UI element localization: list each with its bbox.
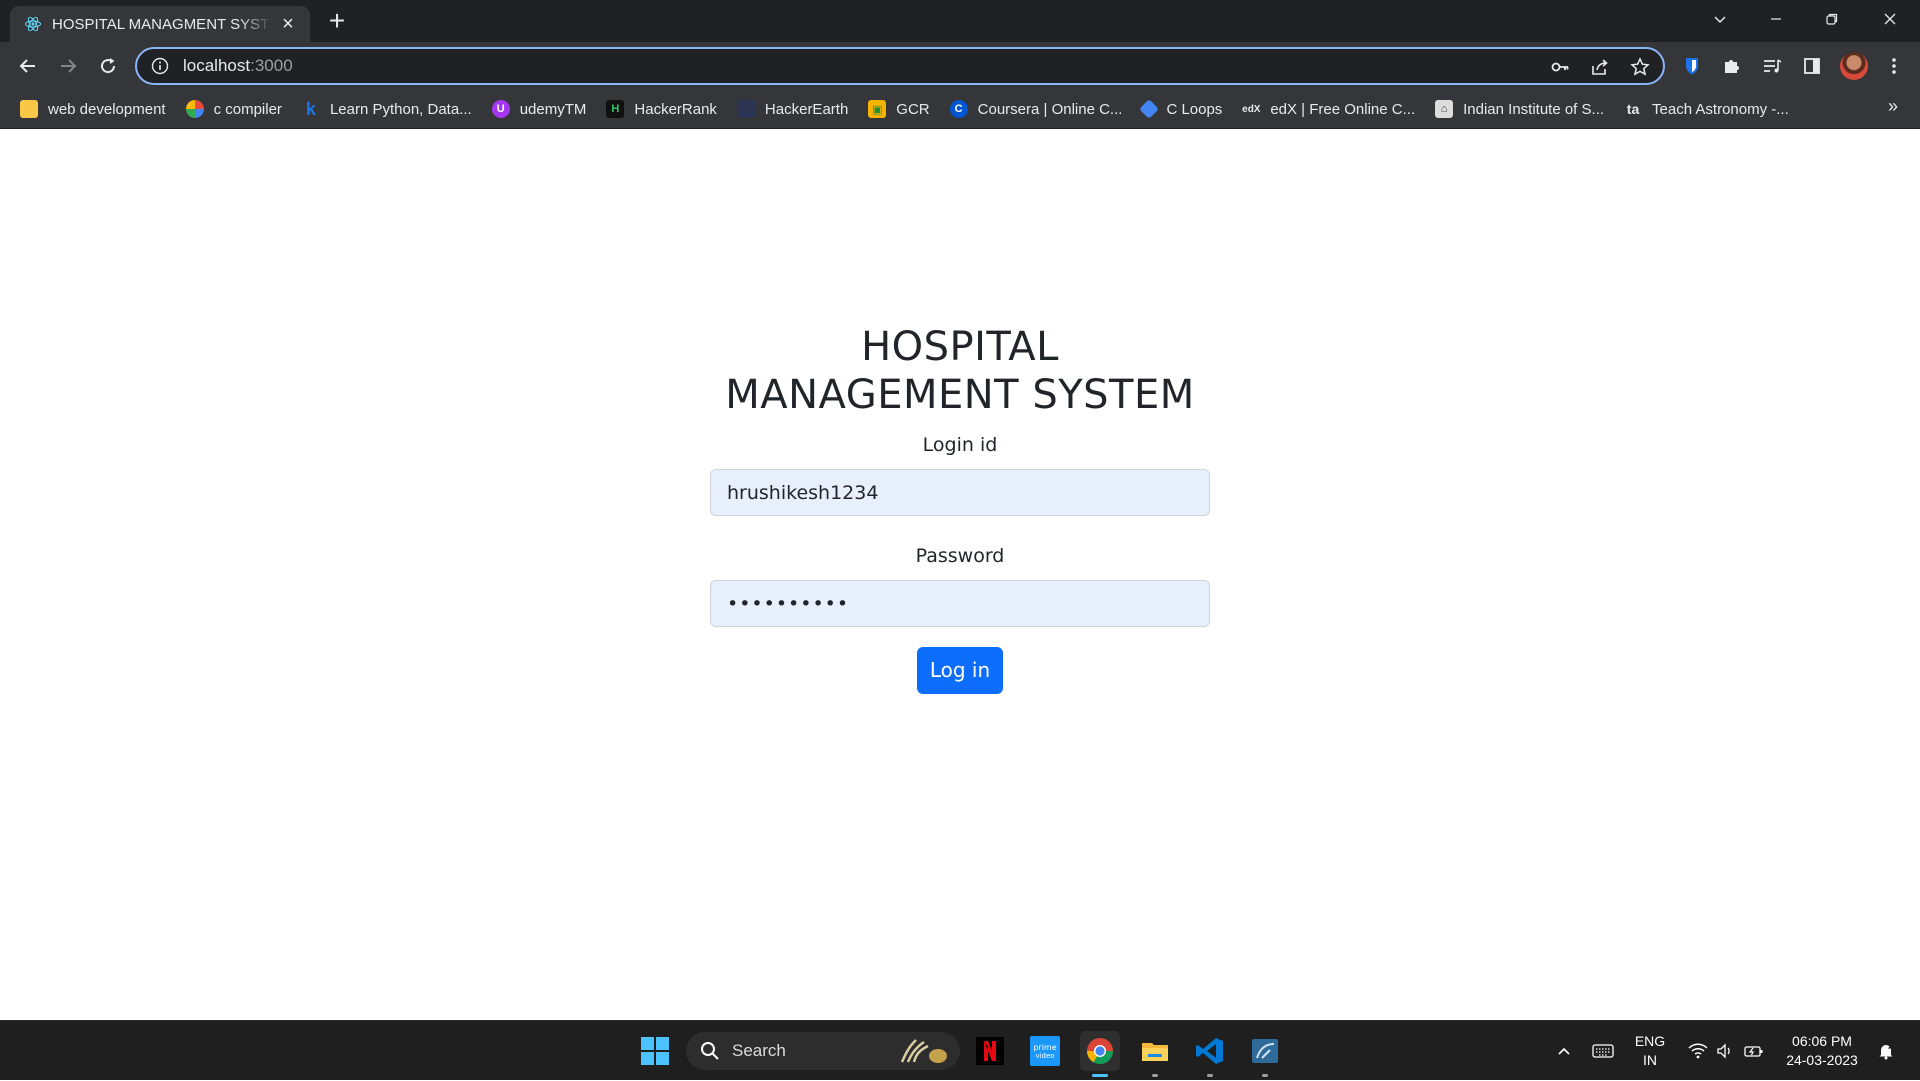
folder-icon	[20, 100, 38, 118]
search-label: Search	[732, 1041, 786, 1060]
netflix-icon[interactable]	[970, 1031, 1010, 1071]
bookmark-web-development[interactable]: web development	[18, 95, 176, 123]
show-hidden-icons-chevron-icon[interactable]	[1552, 1021, 1576, 1081]
new-tab-button[interactable]: +	[324, 7, 350, 35]
bookmark-learn-python[interactable]: k Learn Python, Data...	[300, 95, 482, 123]
bookmark-coursera[interactable]: C Coursera | Online C...	[948, 95, 1133, 123]
bitwarden-extension-icon[interactable]	[1676, 50, 1708, 82]
bookmark-star-icon[interactable]	[1625, 53, 1655, 81]
browser-tab[interactable]: HOSPITAL MANAGMENT SYSTEM ×	[10, 6, 310, 42]
bookmark-edx[interactable]: edX edX | Free Online C...	[1240, 95, 1425, 123]
bookmark-gcr[interactable]: ▣ GCR	[866, 95, 939, 123]
key-icon[interactable]	[1545, 53, 1575, 81]
bookmarks-bar: web development c compiler k Learn Pytho…	[0, 90, 1920, 129]
mysql-workbench-icon[interactable]	[1245, 1031, 1285, 1077]
reading-list-icon[interactable]	[1756, 50, 1788, 82]
login-button[interactable]: Log in	[917, 647, 1003, 694]
k-icon: k	[305, 98, 316, 119]
open-indicator	[1152, 1074, 1158, 1077]
side-panel-icon[interactable]	[1796, 50, 1828, 82]
menu-kebab-icon[interactable]	[1878, 50, 1910, 82]
share-icon[interactable]	[1585, 53, 1615, 81]
teach-astronomy-icon: ta	[1626, 101, 1640, 117]
edx-icon: edX	[1242, 103, 1261, 115]
extensions-puzzle-icon[interactable]	[1716, 50, 1748, 82]
chrome-taskbar-icon[interactable]	[1080, 1031, 1120, 1077]
password-label: Password	[915, 545, 1005, 567]
profile-avatar[interactable]	[1840, 52, 1868, 80]
more-bookmarks-icon[interactable]: »	[1888, 96, 1898, 117]
page-title: HOSPITAL MANAGEMENT SYSTEM	[725, 324, 1195, 418]
browser-titlebar: HOSPITAL MANAGMENT SYSTEM × +	[0, 0, 1920, 42]
svg-text:prime: prime	[1033, 1043, 1056, 1052]
file-explorer-icon[interactable]	[1135, 1031, 1175, 1077]
hackerearth-icon	[736, 100, 755, 118]
bookmark-udemy[interactable]: U udemyTM	[490, 95, 597, 123]
bookmark-iisc[interactable]: ⌂ Indian Institute of S...	[1433, 95, 1614, 123]
windows-taskbar: Search prime video ENG IN 06:06 PM 24-03…	[0, 1020, 1920, 1080]
cloops-icon	[1139, 99, 1160, 119]
wifi-icon[interactable]	[1684, 1021, 1712, 1081]
search-highlight-icon	[900, 1039, 947, 1063]
taskbar-search[interactable]: Search	[686, 1032, 960, 1070]
bookmark-c-loops[interactable]: C Loops	[1139, 95, 1232, 123]
tab-close-icon[interactable]: ×	[278, 14, 298, 34]
volume-icon[interactable]	[1712, 1021, 1738, 1081]
windows-start-icon[interactable]	[635, 1031, 675, 1071]
login-id-input[interactable]	[710, 469, 1210, 516]
keyboard-icon[interactable]	[1588, 1021, 1618, 1081]
notification-bell-icon[interactable]	[1872, 1021, 1900, 1081]
restore-icon[interactable]	[1804, 0, 1860, 38]
react-icon	[25, 16, 41, 32]
hackerrank-icon: H	[606, 100, 625, 118]
open-indicator	[1262, 1074, 1268, 1077]
address-bar[interactable]: localhost:3000	[135, 47, 1665, 85]
svg-text:video: video	[1035, 1052, 1054, 1060]
reload-icon[interactable]	[92, 50, 124, 82]
url-text[interactable]: localhost:3000	[183, 56, 293, 76]
compiler-icon	[185, 100, 204, 118]
coursera-icon: C	[949, 100, 968, 118]
browser-toolbar: localhost:3000	[0, 42, 1920, 90]
page-content: HOSPITAL MANAGEMENT SYSTEM Login id Pass…	[0, 130, 1920, 1020]
battery-icon[interactable]	[1740, 1021, 1768, 1081]
info-icon[interactable]	[151, 57, 169, 75]
bookmark-hackerrank[interactable]: H HackerRank	[604, 95, 727, 123]
bookmark-hackerearth[interactable]: HackerEarth	[735, 95, 858, 123]
active-indicator	[1092, 1074, 1108, 1077]
iisc-icon: ⌂	[1435, 100, 1454, 118]
tab-search-chevron-icon[interactable]	[1692, 0, 1748, 38]
login-id-label: Login id	[922, 434, 998, 456]
open-indicator	[1207, 1074, 1213, 1077]
prime-video-icon[interactable]: prime video	[1025, 1031, 1065, 1071]
bookmark-c-compiler[interactable]: c compiler	[184, 95, 292, 123]
bookmark-teach-astronomy[interactable]: ta Teach Astronomy -...	[1622, 95, 1799, 123]
clock[interactable]: 06:06 PM 24-03-2023	[1780, 1021, 1864, 1081]
tab-title: HOSPITAL MANAGMENT SYSTEM	[52, 15, 272, 33]
vscode-icon[interactable]	[1190, 1031, 1230, 1077]
close-window-icon[interactable]	[1862, 0, 1918, 38]
language-indicator[interactable]: ENG IN	[1628, 1021, 1672, 1081]
password-input[interactable]	[710, 580, 1210, 627]
classroom-icon: ▣	[868, 100, 887, 118]
login-form: HOSPITAL MANAGEMENT SYSTEM Login id Pass…	[710, 323, 1210, 694]
back-icon[interactable]	[12, 50, 44, 82]
search-icon	[701, 1042, 719, 1060]
forward-icon[interactable]	[52, 50, 84, 82]
minimize-icon[interactable]	[1748, 0, 1804, 38]
udemy-icon: U	[491, 100, 510, 118]
